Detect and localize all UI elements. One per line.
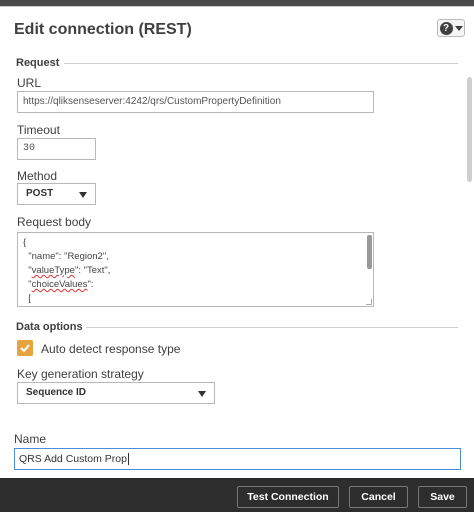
section-divider xyxy=(64,63,458,64)
url-input[interactable]: https://qliksenseserver:4242/qrs/CustomP… xyxy=(17,91,374,113)
textarea-scrollbar[interactable] xyxy=(367,235,372,269)
dropdown-arrow-icon xyxy=(198,391,206,397)
help-icon: ? xyxy=(439,21,453,35)
cancel-button[interactable]: Cancel xyxy=(349,486,408,508)
dialog-title: Edit connection (REST) xyxy=(14,21,192,38)
checkmark-icon xyxy=(20,344,30,353)
auto-detect-label: Auto detect response type xyxy=(41,342,181,356)
key-strategy-value: Sequence ID xyxy=(26,387,87,398)
body-line: [ xyxy=(23,293,31,304)
dialog-scrollbar[interactable] xyxy=(467,77,472,182)
name-input[interactable]: QRS Add Custom Prop xyxy=(14,448,461,470)
body-line: "valueType": "Text", xyxy=(23,265,111,276)
name-value: QRS Add Custom Prop xyxy=(19,453,127,465)
url-label: URL xyxy=(17,76,42,90)
chevron-down-icon xyxy=(454,25,463,31)
method-label: Method xyxy=(17,169,58,183)
auto-detect-checkbox[interactable] xyxy=(17,340,33,356)
key-strategy-select[interactable]: Sequence ID xyxy=(17,382,215,404)
body-line: "choiceValues": xyxy=(23,279,94,290)
dropdown-arrow-icon xyxy=(79,192,87,198)
timeout-label: Timeout xyxy=(17,123,60,137)
request-body-label: Request body xyxy=(17,215,92,229)
test-connection-button[interactable]: Test Connection xyxy=(237,486,339,508)
save-button[interactable]: Save xyxy=(418,486,467,508)
method-select[interactable]: POST xyxy=(17,183,96,205)
help-menu-button[interactable]: ? xyxy=(437,19,465,37)
request-body-textarea[interactable]: { "name": "Region2", "valueType": "Text"… xyxy=(17,232,374,307)
section-divider xyxy=(86,327,458,328)
dialog-footer: Test Connection Cancel Save xyxy=(0,478,474,512)
text-cursor xyxy=(127,453,129,466)
body-line: { xyxy=(23,237,27,248)
name-label: Name xyxy=(14,432,47,446)
timeout-input[interactable]: 30 xyxy=(17,138,96,160)
request-section-title: Request xyxy=(16,57,60,69)
method-value: POST xyxy=(26,188,54,199)
body-line: "name": "Region2", xyxy=(23,251,109,262)
edit-connection-dialog: Edit connection (REST) ? Request URL htt… xyxy=(0,6,474,478)
key-strategy-label: Key generation strategy xyxy=(17,367,144,381)
data-options-section-title: Data options xyxy=(16,321,83,333)
resize-handle-icon[interactable] xyxy=(366,299,372,305)
